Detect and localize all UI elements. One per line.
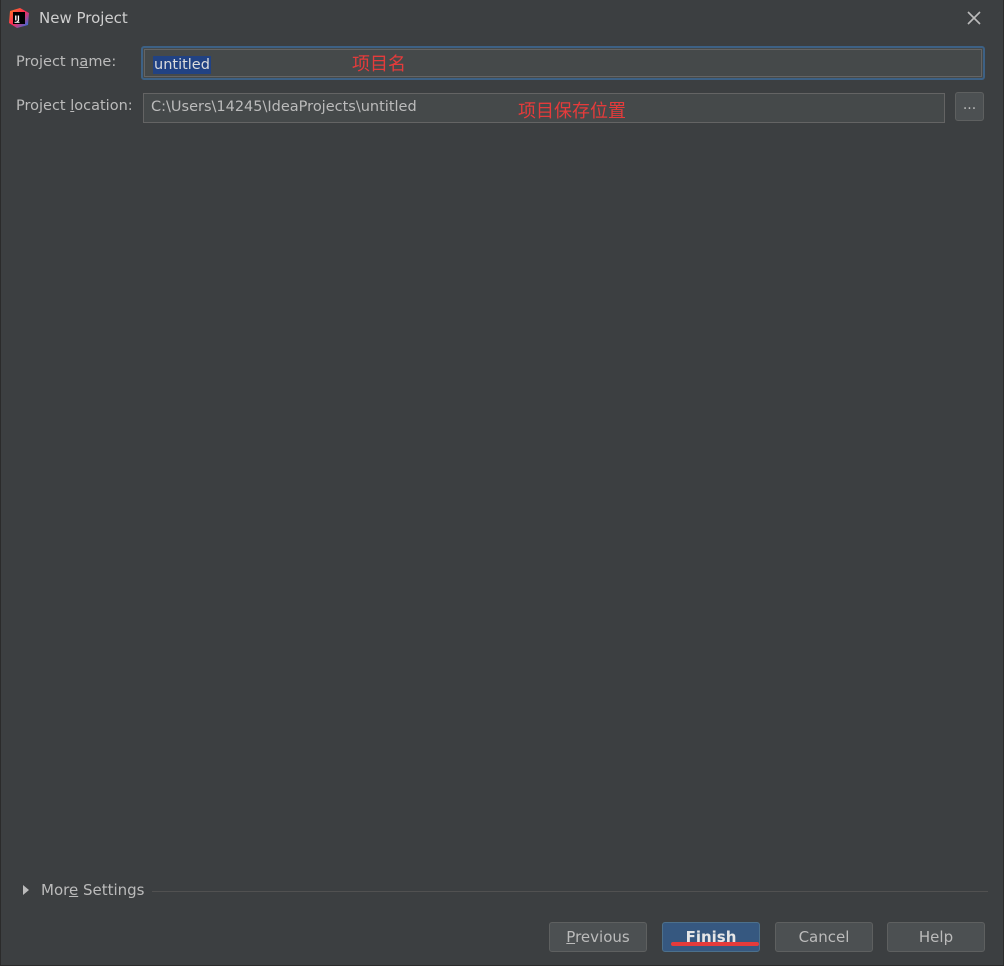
expand-arrow-icon [23, 885, 29, 895]
finish-button[interactable]: Finish [662, 922, 760, 952]
project-name-label: Project name: [16, 54, 117, 70]
project-name-value: untitled [153, 56, 211, 74]
browse-button[interactable]: ... [955, 92, 984, 121]
window-border [0, 0, 1, 966]
project-name-input[interactable]: untitled [141, 46, 985, 80]
help-button[interactable]: Help [887, 922, 985, 952]
more-settings-separator [152, 891, 988, 892]
cancel-button[interactable]: Cancel [775, 922, 873, 952]
svg-text:IJ: IJ [15, 15, 20, 23]
previous-button[interactable]: Previous [549, 922, 647, 952]
close-icon[interactable] [962, 6, 986, 30]
title-bar: IJ New Project [0, 0, 1004, 36]
intellij-idea-icon: IJ [8, 7, 30, 29]
new-project-dialog: IJ New Project Project name: untitled 项目… [0, 0, 1004, 966]
more-settings-label: More Settings [41, 881, 145, 899]
project-name-input-inner: untitled [144, 49, 982, 77]
project-location-label: Project location: [16, 98, 133, 114]
project-name-annotation: 项目名 [352, 54, 406, 75]
finish-annotation-underline [671, 942, 759, 946]
project-location-value: C:\Users\14245\IdeaProjects\untitled [151, 99, 417, 115]
project-location-annotation: 项目保存位置 [518, 101, 626, 122]
window-title: New Project [39, 9, 128, 27]
